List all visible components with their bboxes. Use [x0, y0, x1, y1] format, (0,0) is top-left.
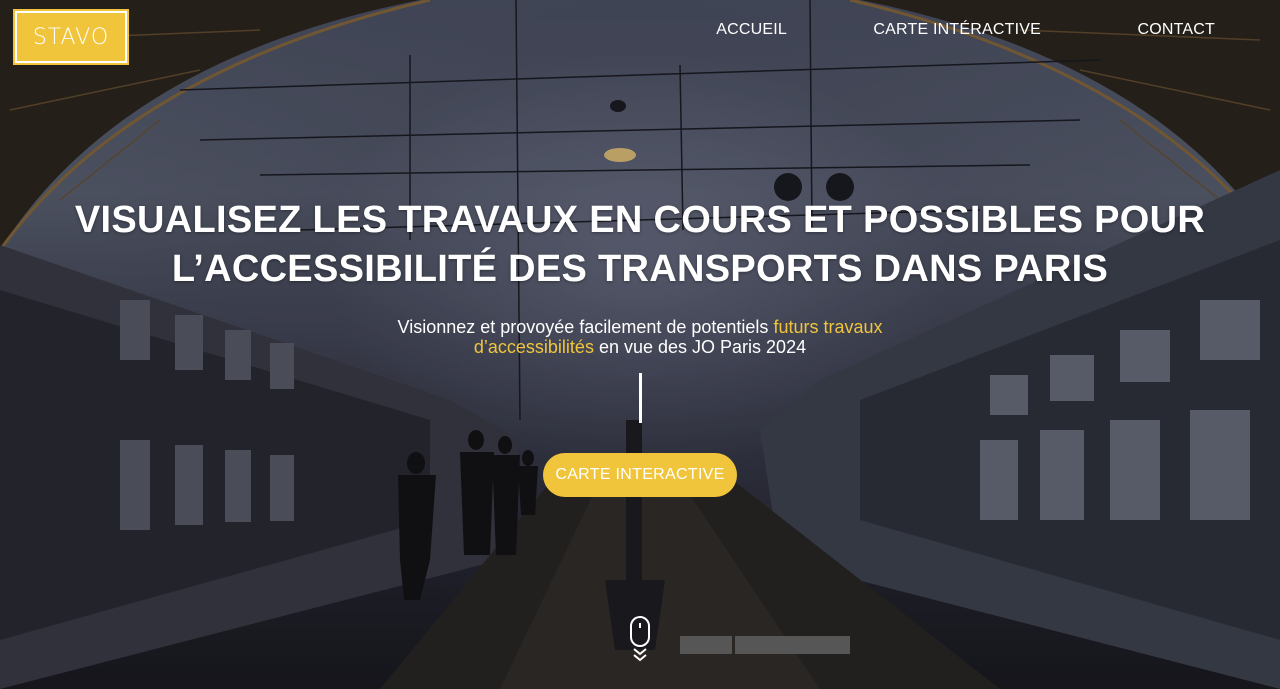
- nav-item-contact[interactable]: CONTACT: [1137, 20, 1215, 40]
- hero-title: VISUALISEZ LES TRAVAUX EN COURS ET POSSI…: [0, 196, 1280, 294]
- divider-line: [639, 373, 642, 423]
- hero-section: STAVO ACCUEIL CARTE INTÉRACTIVE CONTACT …: [0, 0, 1280, 689]
- hero-title-line-2: L’ACCESSIBILITÉ DES TRANSPORTS DANS PARI…: [171, 248, 1109, 290]
- double-chevron-down-icon: [633, 648, 647, 662]
- brand-logo[interactable]: STAVO: [13, 9, 129, 65]
- nav-item-carte-interactive[interactable]: CARTE INTÉRACTIVE: [873, 20, 1041, 40]
- hero-title-line-1: VISUALISEZ LES TRAVAUX EN COURS ET POSSI…: [74, 199, 1206, 241]
- brand-logo-text: STAVO: [32, 24, 110, 50]
- nav-item-accueil[interactable]: ACCUEIL: [716, 20, 787, 40]
- hero-subtitle-suffix: en vue des JO Paris 2024: [598, 337, 807, 357]
- mouse-scroll-icon[interactable]: [629, 616, 651, 664]
- hero-subtitle-text: Visionnez et provoyée facilement de pote…: [397, 317, 769, 337]
- hero-subtitle: Visionnez et provoyée facilement de pote…: [390, 317, 890, 357]
- carte-interactive-button[interactable]: CARTE INTERACTIVE: [543, 453, 737, 497]
